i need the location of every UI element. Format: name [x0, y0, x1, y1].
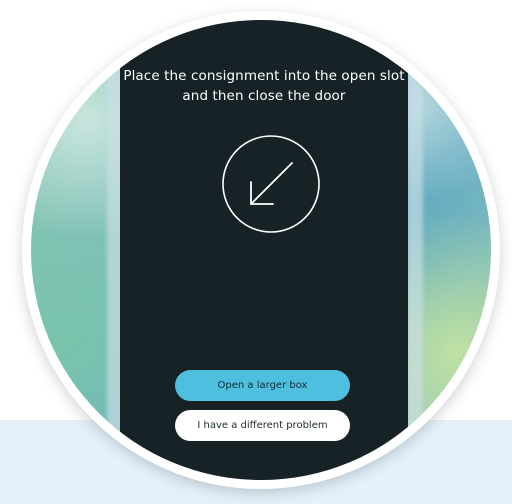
circular-photo: Place the consignment into the open slot…	[31, 20, 491, 480]
open-larger-box-button[interactable]: Open a larger box	[175, 370, 350, 401]
arrow-down-left-circle-icon	[222, 135, 320, 233]
kiosk-screen: Place the consignment into the open slot…	[120, 20, 408, 480]
different-problem-button[interactable]: I have a different problem	[175, 410, 350, 441]
circular-frame: Place the consignment into the open slot…	[22, 11, 500, 489]
device-edge-right	[407, 20, 423, 480]
instruction-text: Place the consignment into the open slot…	[123, 68, 405, 104]
